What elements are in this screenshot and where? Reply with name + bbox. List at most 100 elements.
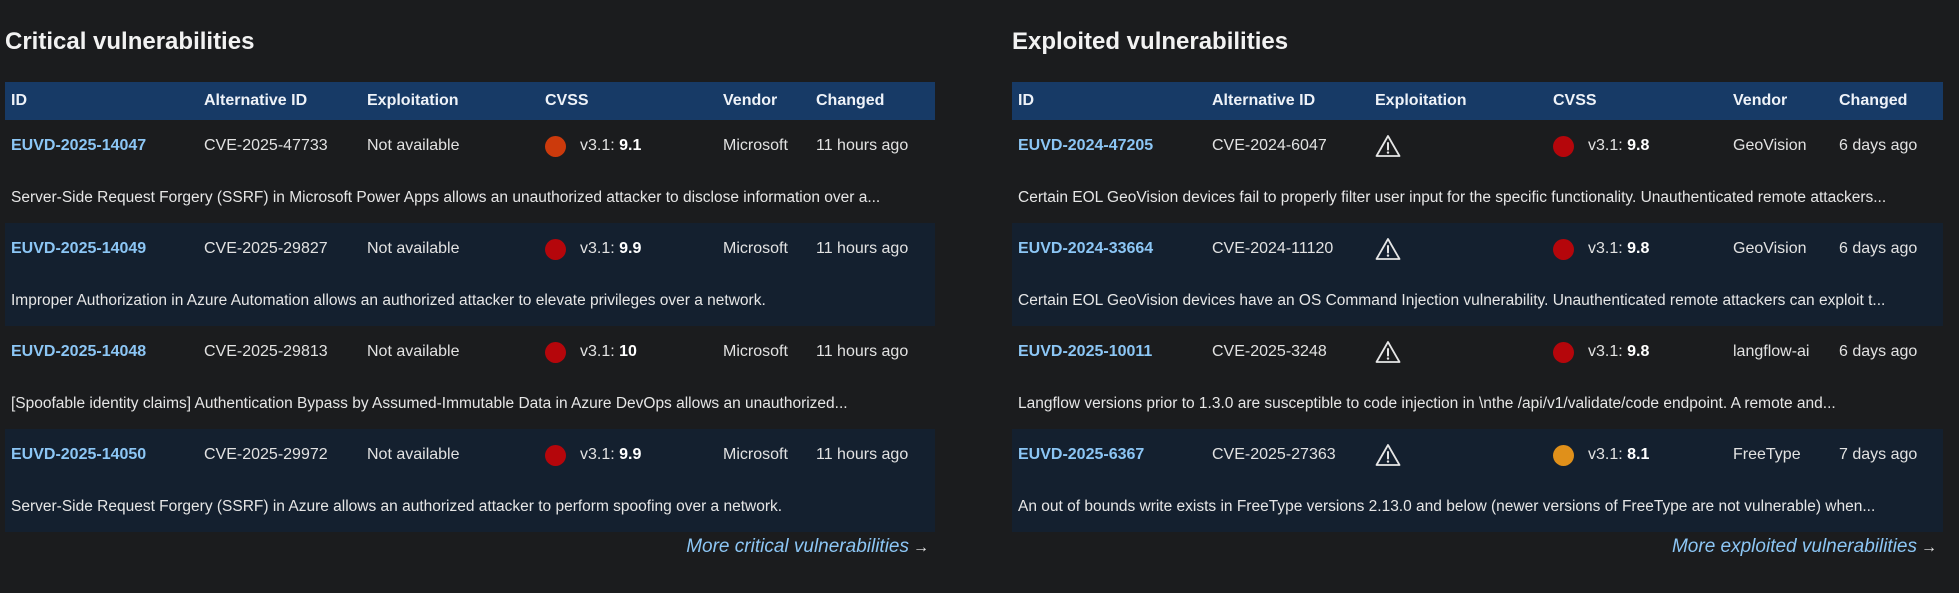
column-header-id[interactable]: ID xyxy=(1018,82,1034,120)
cvss-score: v3.1: 9.1 xyxy=(580,120,641,172)
vulnerability-description: [Spoofable identity claims] Authenticati… xyxy=(11,395,848,412)
cvss-version: v3.1: xyxy=(1588,137,1628,154)
cvss-value: 9.9 xyxy=(619,240,642,257)
vulnerability-id-link[interactable]: EUVD-2024-47205 xyxy=(1018,120,1153,172)
column-header-alt-id[interactable]: Alternative ID xyxy=(204,82,307,120)
vendor: Microsoft xyxy=(723,446,788,463)
table-header: ID Alternative ID Exploitation CVSS Vend… xyxy=(1012,82,1943,120)
cvss-version: v3.1: xyxy=(580,446,620,463)
table-row[interactable]: EUVD-2024-33664 CVE-2024-11120 v3.1: 9.8 Ge… xyxy=(1012,223,1943,326)
severity-dot-icon xyxy=(545,136,566,157)
vendor: Microsoft xyxy=(723,343,788,360)
severity-dot-icon xyxy=(1553,445,1574,466)
exploitation-status: Not available xyxy=(367,343,460,360)
exploitation-status: Not available xyxy=(367,240,460,257)
table-row[interactable]: EUVD-2025-14047 CVE-2025-47733 Not availab… xyxy=(5,120,935,223)
cvss-value: 10 xyxy=(619,343,637,360)
vendor: GeoVision xyxy=(1733,240,1807,257)
cvss-version: v3.1: xyxy=(1588,343,1628,360)
vendor: Microsoft xyxy=(723,240,788,257)
severity-dot-icon xyxy=(1553,239,1574,260)
changed-time: 11 hours ago xyxy=(816,343,909,360)
exploitation-status: Not available xyxy=(367,446,460,463)
more-exploited-vulnerabilities-link[interactable]: More exploited vulnerabilities → xyxy=(1672,536,1937,558)
vulnerability-description: Certain EOL GeoVision devices have an OS… xyxy=(1018,292,1886,309)
table-row[interactable]: EUVD-2025-6367 CVE-2025-27363 v3.1: 8.1 Fre… xyxy=(1012,429,1943,532)
warning-triangle-icon xyxy=(1375,443,1401,467)
changed-time: 11 hours ago xyxy=(816,446,909,463)
table-row[interactable]: EUVD-2025-10011 CVE-2025-3248 v3.1: 9.8 lan… xyxy=(1012,326,1943,429)
changed-time: 6 days ago xyxy=(1839,343,1918,360)
severity-dot-icon xyxy=(545,239,566,260)
vendor: FreeType xyxy=(1733,446,1801,463)
more-critical-link-label: More critical vulnerabilities xyxy=(686,536,909,557)
exploitation-status: Not available xyxy=(367,137,460,154)
cvss-value: 9.8 xyxy=(1627,343,1650,360)
cvss-score: v3.1: 10 xyxy=(580,326,637,378)
column-header-cvss[interactable]: CVSS xyxy=(1553,82,1597,120)
cvss-version: v3.1: xyxy=(580,343,620,360)
warning-triangle-icon xyxy=(1375,237,1401,261)
vulnerability-description: Server-Side Request Forgery (SSRF) in Az… xyxy=(11,498,783,515)
vendor: langflow-ai xyxy=(1733,343,1810,360)
column-header-changed[interactable]: Changed xyxy=(1839,82,1907,120)
table-row[interactable]: EUVD-2024-47205 CVE-2024-6047 v3.1: 9.8 Geo… xyxy=(1012,120,1943,223)
table-header: ID Alternative ID Exploitation CVSS Vend… xyxy=(5,82,935,120)
arrow-right-icon: → xyxy=(913,539,929,556)
cvss-value: 9.9 xyxy=(619,446,642,463)
arrow-right-icon: → xyxy=(1921,539,1937,556)
alternative-id: CVE-2025-47733 xyxy=(204,137,328,154)
cvss-score: v3.1: 9.9 xyxy=(580,223,641,275)
severity-dot-icon xyxy=(545,342,566,363)
exploited-vulnerabilities-table: ID Alternative ID Exploitation CVSS Vend… xyxy=(1012,82,1943,532)
column-header-vendor[interactable]: Vendor xyxy=(723,82,777,120)
column-header-cvss[interactable]: CVSS xyxy=(545,82,589,120)
vulnerability-id-link[interactable]: EUVD-2025-14050 xyxy=(11,429,146,481)
cvss-version: v3.1: xyxy=(1588,240,1628,257)
table-row[interactable]: EUVD-2025-14049 CVE-2025-29827 Not availab… xyxy=(5,223,935,326)
column-header-exploitation[interactable]: Exploitation xyxy=(1375,82,1467,120)
severity-dot-icon xyxy=(545,445,566,466)
alternative-id: CVE-2025-29827 xyxy=(204,240,328,257)
column-header-alt-id[interactable]: Alternative ID xyxy=(1212,82,1315,120)
warning-triangle-icon xyxy=(1375,340,1401,364)
column-header-id[interactable]: ID xyxy=(11,82,27,120)
vulnerability-description: Server-Side Request Forgery (SSRF) in Mi… xyxy=(11,189,881,206)
warning-triangle-icon xyxy=(1375,134,1401,158)
vulnerability-description: Certain EOL GeoVision devices fail to pr… xyxy=(1018,189,1887,206)
table-row[interactable]: EUVD-2025-14050 CVE-2025-29972 Not availab… xyxy=(5,429,935,532)
column-header-exploitation[interactable]: Exploitation xyxy=(367,82,459,120)
exploited-vulnerabilities-title: Exploited vulnerabilities xyxy=(1012,28,1289,55)
vulnerability-id-link[interactable]: EUVD-2025-14049 xyxy=(11,223,146,275)
changed-time: 6 days ago xyxy=(1839,137,1918,154)
column-header-vendor[interactable]: Vendor xyxy=(1733,82,1787,120)
table-row[interactable]: EUVD-2025-14048 CVE-2025-29813 Not availab… xyxy=(5,326,935,429)
critical-vulnerabilities-title: Critical vulnerabilities xyxy=(5,28,255,55)
cvss-value: 9.1 xyxy=(619,137,642,154)
cvss-value: 8.1 xyxy=(1627,446,1650,463)
vulnerability-id-link[interactable]: EUVD-2025-6367 xyxy=(1018,429,1144,481)
cvss-value: 9.8 xyxy=(1627,137,1650,154)
cvss-score: v3.1: 9.8 xyxy=(1588,326,1649,378)
vulnerability-id-link[interactable]: EUVD-2025-14047 xyxy=(11,120,146,172)
column-header-changed[interactable]: Changed xyxy=(816,82,884,120)
vulnerability-id-link[interactable]: EUVD-2025-14048 xyxy=(11,326,146,378)
critical-vulnerabilities-table: ID Alternative ID Exploitation CVSS Vend… xyxy=(5,82,935,532)
vendor: Microsoft xyxy=(723,137,788,154)
more-exploited-link-label: More exploited vulnerabilities xyxy=(1671,536,1917,557)
alternative-id: CVE-2025-29972 xyxy=(204,446,328,463)
vulnerability-id-link[interactable]: EUVD-2025-10011 xyxy=(1018,326,1152,378)
changed-time: 6 days ago xyxy=(1839,240,1918,257)
cvss-score: v3.1: 8.1 xyxy=(1588,429,1649,481)
cvss-value: 9.8 xyxy=(1627,240,1650,257)
severity-dot-icon xyxy=(1553,136,1574,157)
cvss-score: v3.1: 9.8 xyxy=(1588,120,1649,172)
more-critical-vulnerabilities-link[interactable]: More critical vulnerabilities → xyxy=(686,536,929,558)
vulnerability-id-link[interactable]: EUVD-2024-33664 xyxy=(1018,223,1153,275)
alternative-id: CVE-2025-27363 xyxy=(1212,446,1336,463)
vulnerability-description: An out of bounds write exists in FreeTyp… xyxy=(1018,498,1876,515)
cvss-version: v3.1: xyxy=(1588,446,1628,463)
cvss-version: v3.1: xyxy=(580,137,620,154)
severity-dot-icon xyxy=(1553,342,1574,363)
cvss-version: v3.1: xyxy=(580,240,620,257)
